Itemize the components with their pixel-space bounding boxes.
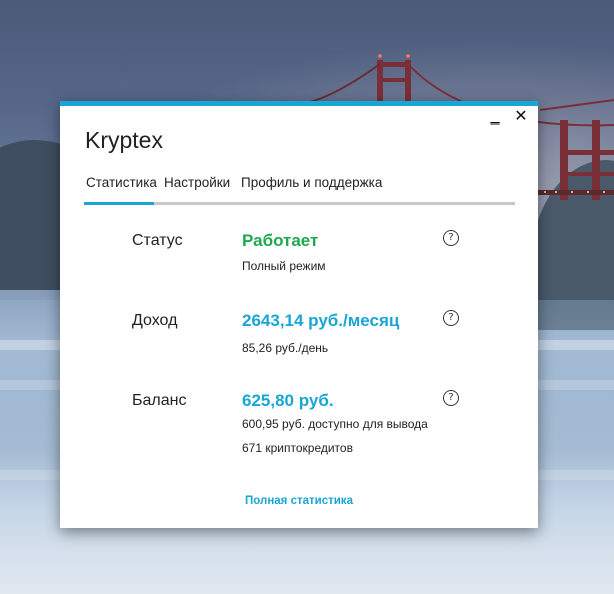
app-window: ‗ ✕ Kryptex Статистика Настройки Профиль… — [60, 101, 538, 528]
status-mode: Полный режим — [242, 259, 326, 273]
tab-profile-support[interactable]: Профиль и поддержка — [241, 175, 382, 190]
tab-bar: Статистика Настройки Профиль и поддержка — [84, 175, 515, 205]
tab-settings[interactable]: Настройки — [164, 175, 230, 190]
desktop-background: ‗ ✕ Kryptex Статистика Настройки Профиль… — [0, 0, 614, 594]
close-icon[interactable]: ✕ — [514, 109, 528, 125]
balance-credits: 671 криптокредитов — [242, 441, 353, 455]
balance-withdrawable: 600,95 руб. доступно для вывода — [242, 417, 428, 431]
balance-help-icon[interactable]: ? — [443, 390, 459, 406]
tab-statistics[interactable]: Статистика — [86, 175, 157, 190]
window-controls: ‗ ✕ — [488, 109, 528, 125]
income-per-day: 85,26 руб./день — [242, 341, 329, 355]
status-help-icon[interactable]: ? — [443, 230, 459, 246]
status-value: Работает — [242, 231, 319, 250]
app-title: Kryptex — [85, 127, 163, 153]
full-statistics-link[interactable]: Полная статистика — [60, 495, 538, 507]
income-help-icon[interactable]: ? — [443, 310, 459, 326]
balance-label: Баланс — [132, 392, 187, 409]
tab-active-indicator — [84, 202, 154, 205]
minimize-icon[interactable]: ‗ — [488, 109, 502, 125]
income-value: 2643,14 руб./месяц — [242, 311, 400, 330]
balance-value: 625,80 руб. — [242, 391, 334, 410]
income-label: Доход — [132, 312, 178, 329]
status-label: Статус — [132, 232, 183, 249]
